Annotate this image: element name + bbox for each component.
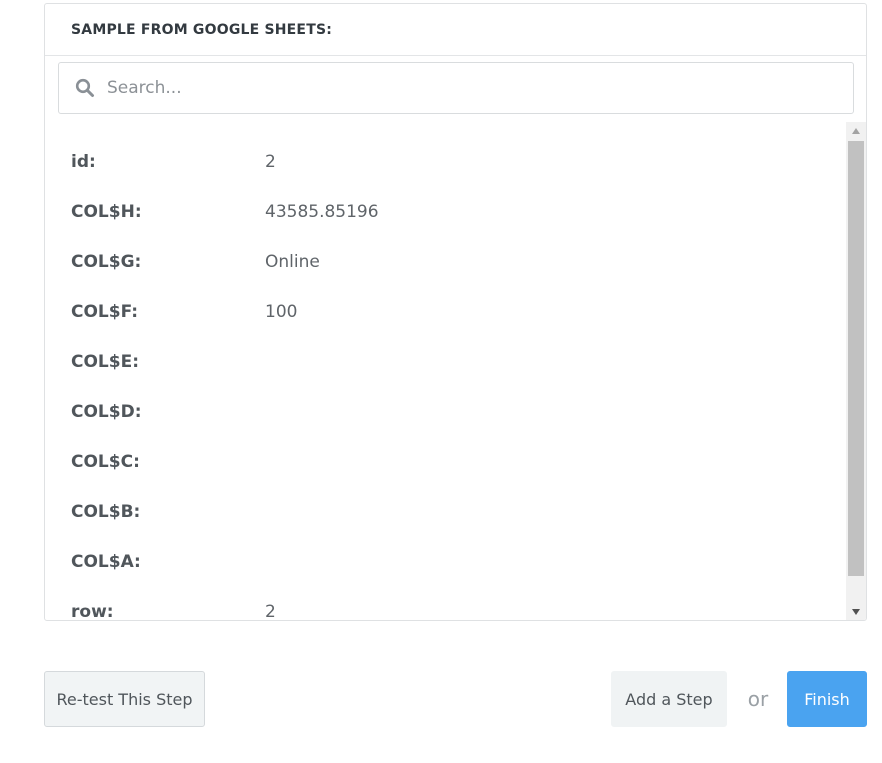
- search-box[interactable]: [58, 62, 854, 114]
- list-item: id: 2: [71, 137, 831, 187]
- list-item: COL$A:: [71, 537, 831, 587]
- search-input[interactable]: [107, 63, 853, 113]
- or-separator: or: [747, 687, 769, 711]
- add-step-button[interactable]: Add a Step: [611, 671, 727, 727]
- field-value: 2: [265, 602, 276, 620]
- field-key: COL$D:: [71, 402, 142, 422]
- list-item: row: 2: [71, 587, 831, 620]
- field-value: 43585.85196: [265, 202, 379, 222]
- sample-panel: SAMPLE FROM GOOGLE SHEETS: id: 2 COL$H: …: [44, 3, 867, 621]
- finish-button[interactable]: Finish: [787, 671, 867, 727]
- field-key: COL$G:: [71, 252, 142, 272]
- field-value: Online: [265, 252, 320, 272]
- list-item: COL$B:: [71, 487, 831, 537]
- list-item: COL$E:: [71, 337, 831, 387]
- scrollbar[interactable]: [846, 122, 866, 620]
- field-key: COL$F:: [71, 302, 139, 322]
- scrollbar-thumb[interactable]: [848, 141, 864, 576]
- list-item: COL$H: 43585.85196: [71, 187, 831, 237]
- field-list: id: 2 COL$H: 43585.85196 COL$G: Online C…: [45, 122, 866, 620]
- field-value: 100: [265, 302, 298, 322]
- field-key: COL$B:: [71, 502, 141, 522]
- field-key: COL$E:: [71, 352, 139, 372]
- list-item: COL$D:: [71, 387, 831, 437]
- field-key: row:: [71, 602, 114, 620]
- scroll-up-arrow-icon[interactable]: [846, 122, 866, 139]
- field-key: id:: [71, 152, 96, 172]
- panel-title: SAMPLE FROM GOOGLE SHEETS:: [45, 4, 866, 56]
- list-item: COL$F: 100: [71, 287, 831, 337]
- field-key: COL$C:: [71, 452, 140, 472]
- scroll-down-arrow-icon[interactable]: [846, 603, 866, 620]
- field-key: COL$H:: [71, 202, 142, 222]
- retest-step-button[interactable]: Re-test This Step: [44, 671, 205, 727]
- list-item: COL$G: Online: [71, 237, 831, 287]
- list-item: COL$C:: [71, 437, 831, 487]
- search-icon: [75, 78, 94, 97]
- field-value: 2: [265, 152, 276, 172]
- field-key: COL$A:: [71, 552, 141, 572]
